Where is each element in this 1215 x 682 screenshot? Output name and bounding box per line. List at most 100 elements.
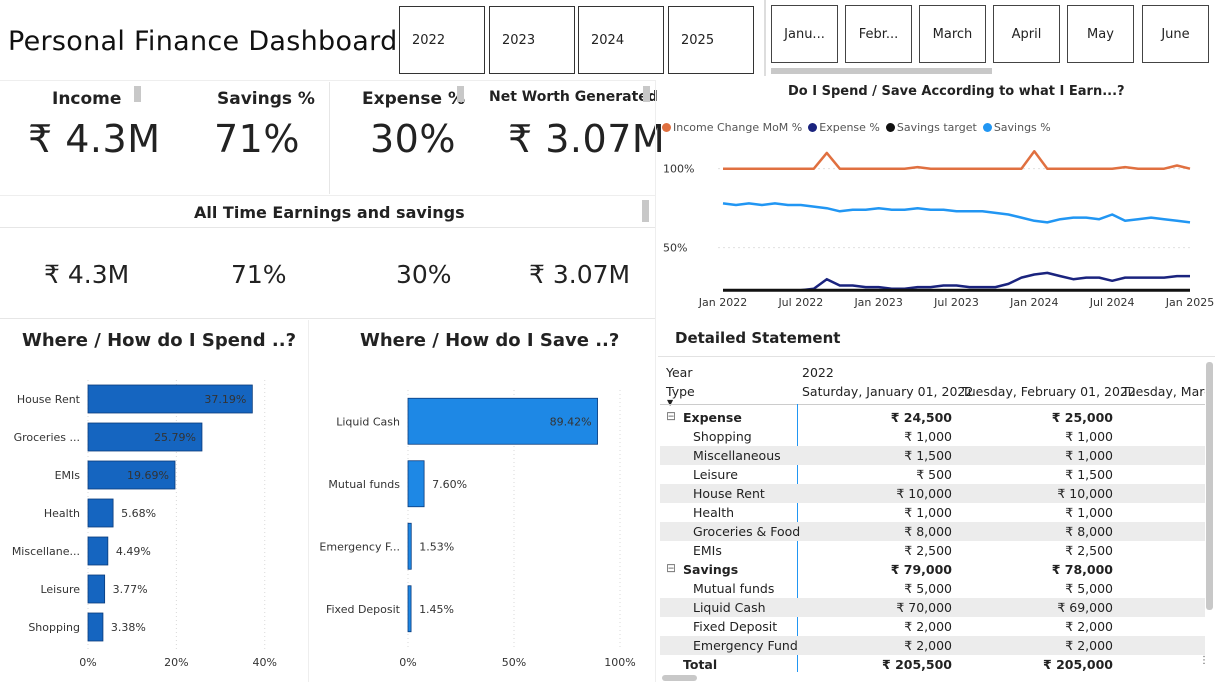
year-button-2022[interactable]: 2022	[399, 6, 485, 74]
x-tick-label: 100%	[604, 656, 635, 669]
all-time-networth: ₹ 3.07M	[529, 260, 631, 289]
cell-value: ₹ 5,000	[904, 581, 952, 596]
legend-dot-icon	[808, 123, 818, 132]
slicer-divider	[764, 0, 766, 76]
divider	[655, 80, 656, 682]
table-row[interactable]: Liquid Cash ₹ 70,000 ₹ 69,000	[660, 598, 1205, 617]
row-label: Leisure	[693, 467, 738, 482]
kpi-label-savings: Savings %	[217, 89, 315, 109]
category-label: Miscellane...	[12, 545, 80, 558]
cell-value: ₹ 2,500	[1065, 543, 1113, 558]
table-vertical-scrollbar[interactable]	[1206, 362, 1213, 610]
bar[interactable]	[87, 498, 114, 528]
x-tick-label: Jul 2023	[933, 296, 979, 309]
data-label: 89.42%	[550, 415, 592, 428]
column-header-feb[interactable]: Tuesday, February 01, 2022	[962, 384, 1136, 399]
table-row[interactable]: EMIs ₹ 2,500 ₹ 2,500	[660, 541, 1205, 560]
table-row[interactable]: Leisure ₹ 500 ₹ 1,500	[660, 465, 1205, 484]
save-chart-title: Where / How do I Save ..?	[360, 330, 620, 351]
category-label: House Rent	[17, 393, 81, 406]
divider	[660, 404, 1205, 405]
table-row[interactable]: Groceries & Food ₹ 8,000 ₹ 8,000	[660, 522, 1205, 541]
table-row[interactable]: ⊟ Expense ₹ 24,500 ₹ 25,000	[660, 408, 1205, 427]
legend-label: Income Change MoM %	[673, 121, 803, 134]
x-tick-label: Jan 2023	[853, 296, 902, 309]
series-line[interactable]	[722, 202, 1191, 224]
year-button-2023[interactable]: 2023	[489, 6, 575, 74]
bar[interactable]	[87, 612, 104, 642]
cell-value: ₹ 500	[916, 467, 952, 482]
kpi-value-savings: 71%	[214, 117, 300, 161]
month-button-february[interactable]: Febr...	[845, 5, 912, 63]
row-label: House Rent	[693, 486, 765, 501]
row-label: Total	[683, 657, 718, 672]
x-tick-label: 20%	[164, 656, 188, 669]
legend-item[interactable]: Expense %	[808, 121, 880, 134]
cell-value: ₹ 1,000	[1065, 429, 1113, 444]
collapse-icon[interactable]: ⊟	[666, 561, 676, 575]
category-label: EMIs	[55, 469, 81, 482]
cell-value: ₹ 1,000	[1065, 448, 1113, 463]
data-label: 5.68%	[121, 507, 156, 520]
table-row[interactable]: Fixed Deposit ₹ 2,000 ₹ 2,000	[660, 617, 1205, 636]
statement-type-label: Type	[666, 384, 695, 399]
bar[interactable]	[87, 536, 109, 566]
month-button-january[interactable]: Janu...	[771, 5, 838, 63]
category-label: Mutual funds	[328, 478, 400, 491]
all-time-title: All Time Earnings and savings	[194, 203, 465, 222]
bar[interactable]	[407, 460, 425, 508]
table-row[interactable]: Shopping ₹ 1,000 ₹ 1,000	[660, 427, 1205, 446]
cell-value: ₹ 25,000	[1051, 410, 1113, 425]
statement-year-label: Year	[666, 365, 693, 380]
data-label: 1.45%	[419, 603, 454, 616]
table-row[interactable]: Health ₹ 1,000 ₹ 1,000	[660, 503, 1205, 522]
data-label: 7.60%	[432, 478, 467, 491]
row-label: Shopping	[693, 429, 752, 444]
table-row[interactable]: House Rent ₹ 10,000 ₹ 10,000	[660, 484, 1205, 503]
table-horizontal-scrollbar[interactable]	[662, 675, 697, 681]
table-row[interactable]: Mutual funds ₹ 5,000 ₹ 5,000	[660, 579, 1205, 598]
legend-item[interactable]: Savings target	[885, 121, 977, 134]
resize-handle-icon[interactable]: ⋮	[1199, 655, 1209, 666]
year-button-2024[interactable]: 2024	[578, 6, 664, 74]
kpi-expense-indicator	[457, 86, 464, 102]
series-line[interactable]	[723, 150, 1191, 170]
legend-label: Savings %	[993, 121, 1051, 134]
kpi-label-networth: Net Worth Generated	[489, 89, 658, 105]
x-tick-label: 50%	[502, 656, 526, 669]
month-slicer-scrollbar[interactable]	[771, 68, 992, 74]
cell-value: ₹ 205,000	[1043, 657, 1113, 672]
x-tick-label: 0%	[399, 656, 416, 669]
cell-value: ₹ 10,000	[1057, 486, 1113, 501]
x-tick-label: 40%	[253, 656, 277, 669]
bar[interactable]	[87, 574, 106, 604]
cell-value: ₹ 205,500	[882, 657, 952, 672]
legend-item[interactable]: Savings %	[982, 121, 1051, 134]
table-row[interactable]: Emergency Fund ₹ 2,000 ₹ 2,000	[660, 636, 1205, 655]
line-chart-title: Do I Spend / Save According to what I Ea…	[788, 84, 1125, 99]
table-row[interactable]: ⊟ Savings ₹ 79,000 ₹ 78,000	[660, 560, 1205, 579]
kpi-label-income: Income	[52, 89, 122, 109]
statement-year-value: 2022	[802, 365, 834, 380]
year-button-2025[interactable]: 2025	[668, 6, 754, 74]
row-label: Groceries & Food	[693, 524, 801, 539]
data-label: 3.77%	[113, 583, 148, 596]
month-button-march[interactable]: March	[919, 5, 986, 63]
kpi-value-income: ₹ 4.3M	[28, 117, 161, 161]
bar[interactable]	[407, 522, 412, 570]
bar[interactable]	[407, 585, 412, 633]
table-row[interactable]: Total ₹ 205,500 ₹ 205,000	[660, 655, 1205, 674]
collapse-icon[interactable]: ⊟	[666, 409, 676, 423]
sort-arrow-icon[interactable]: ▼	[667, 398, 673, 407]
month-button-june[interactable]: June	[1142, 5, 1209, 63]
cell-value: ₹ 69,000	[1057, 600, 1113, 615]
table-row[interactable]: Miscellaneous ₹ 1,500 ₹ 1,000	[660, 446, 1205, 465]
month-button-may[interactable]: May	[1067, 5, 1134, 63]
legend-item[interactable]: Income Change MoM %	[662, 121, 802, 134]
column-header-mar[interactable]: Tuesday, March	[1122, 384, 1205, 399]
month-button-april[interactable]: April	[993, 5, 1060, 63]
row-label: Health	[693, 505, 735, 520]
column-header-jan[interactable]: Saturday, January 01, 2022	[802, 384, 973, 399]
series-line[interactable]	[723, 271, 1190, 292]
cell-value: ₹ 78,000	[1051, 562, 1113, 577]
